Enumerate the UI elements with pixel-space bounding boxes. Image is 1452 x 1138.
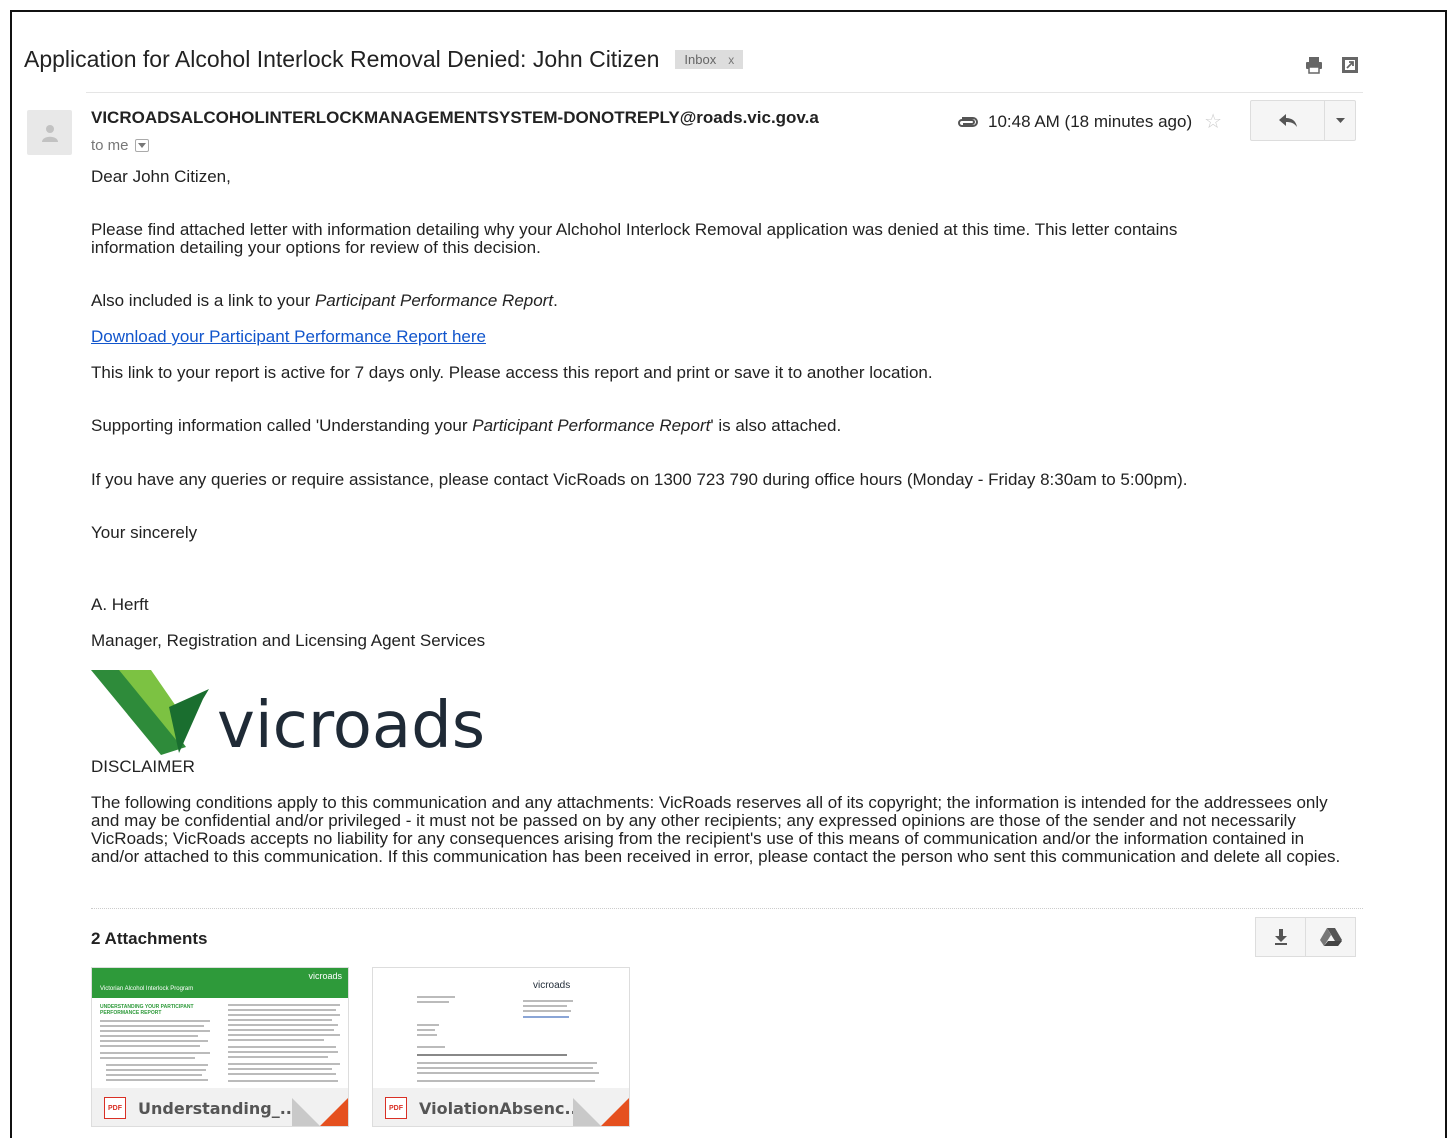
paragraph-1-line-2: information detailing your options for r… [91, 238, 541, 257]
sender-address[interactable]: VICROADSALCOHOLINTERLOCKMANAGEMENTSYSTEM… [91, 108, 881, 128]
paperclip-icon [958, 116, 978, 127]
thumb-banner: Victorian Alcohol Interlock Program vicr… [92, 968, 348, 998]
vicroads-logo: vicroads [91, 667, 511, 763]
disclaimer-text: The following conditions apply to this c… [91, 793, 1341, 866]
corner-fold-shade [573, 1098, 601, 1126]
attachment-name: Understanding_... [138, 1098, 298, 1118]
report-name-2: Participant Performance Report [472, 416, 711, 435]
thumb-logo: vicroads [533, 980, 571, 991]
remove-label-button[interactable]: x [728, 53, 734, 67]
attachment-card-understanding[interactable]: Victorian Alcohol Interlock Program vicr… [91, 967, 349, 1127]
reply-button[interactable] [1251, 101, 1325, 140]
pdf-icon: PDF [104, 1097, 126, 1119]
download-icon [1274, 929, 1287, 945]
paragraph-1-line-1: Please find attached letter with informa… [91, 220, 1178, 239]
chevron-down-icon [1335, 118, 1345, 123]
attachment-thumbnail: vicroads [373, 968, 629, 1088]
recipient-text: to me [91, 137, 129, 154]
closing: Your sincerely [91, 523, 198, 542]
message-time: 10:48 AM (18 minutes ago) [988, 111, 1193, 131]
email-subject: Application for Alcohol Interlock Remova… [24, 46, 660, 72]
signature-title: Manager, Registration and Licensing Agen… [91, 631, 486, 650]
attachments-title: 2 Attachments [91, 929, 208, 948]
attachments-divider [91, 908, 1363, 909]
inbox-label[interactable]: Inbox x [675, 50, 744, 69]
save-to-drive-button[interactable] [1306, 918, 1355, 956]
thread-actions [1305, 56, 1359, 74]
attachments-actions [1255, 917, 1356, 957]
reply-button-group [1250, 100, 1356, 141]
thumb-banner-text: Victorian Alcohol Interlock Program [100, 986, 194, 992]
message-meta: 10:48 AM (18 minutes ago) ☆ [956, 109, 1222, 134]
download-all-button[interactable] [1256, 918, 1306, 956]
email-view: Application for Alcohol Interlock Remova… [10, 10, 1447, 1138]
thumb-logo: vicroads [308, 971, 342, 981]
corner-fold [320, 1098, 348, 1126]
greeting: Dear John Citizen, [91, 167, 231, 186]
more-actions-button[interactable] [1325, 101, 1355, 140]
paragraph-3: This link to your report is active for 7… [91, 363, 933, 382]
corner-fold [601, 1098, 629, 1126]
vicroads-logo-mark: vicroads [91, 670, 485, 763]
show-details-button[interactable] [134, 139, 149, 152]
chevron-down-icon [137, 143, 146, 148]
attachment-thumbnail: Victorian Alcohol Interlock Program vicr… [92, 968, 348, 1088]
subject-row: Application for Alcohol Interlock Remova… [24, 46, 744, 73]
signature-name: A. Herft [91, 595, 149, 614]
star-icon[interactable]: ☆ [1204, 109, 1222, 134]
disclaimer-title: DISCLAIMER [91, 757, 195, 776]
paragraph-2: Also included is a link to your Particip… [91, 292, 558, 310]
recipient-line: to me [91, 137, 149, 154]
new-window-icon[interactable] [1341, 56, 1359, 74]
paragraph-4-end: ' is also attached. [710, 416, 842, 435]
person-icon [41, 124, 58, 142]
vicroads-logo-text: vicroads [217, 689, 485, 757]
header-divider [86, 92, 1363, 93]
paragraph-2-end: . [553, 291, 558, 310]
sender-avatar[interactable] [27, 110, 72, 155]
download-report-link[interactable]: Download your Participant Performance Re… [91, 328, 486, 346]
paragraph-4-text: Supporting information called 'Understan… [91, 416, 473, 435]
paragraph-2-text: Also included is a link to your [91, 291, 315, 310]
reply-icon [1278, 113, 1297, 127]
thumb-heading: UNDERSTANDING YOUR PARTICIPANT PERFORMAN… [100, 1004, 194, 1016]
drive-icon [1319, 928, 1342, 946]
attachment-card-violation[interactable]: vicroads PDF ViolationAbsenc... [372, 967, 630, 1127]
paragraph-5: If you have any queries or require assis… [91, 470, 1188, 489]
pdf-icon: PDF [385, 1097, 407, 1119]
print-icon[interactable] [1305, 56, 1323, 74]
corner-fold-shade [292, 1098, 320, 1126]
report-name: Participant Performance Report [314, 291, 554, 310]
paragraph-4: Supporting information called 'Understan… [91, 417, 841, 435]
inbox-label-text: Inbox [684, 52, 717, 67]
attachment-name: ViolationAbsenc... [419, 1098, 583, 1118]
